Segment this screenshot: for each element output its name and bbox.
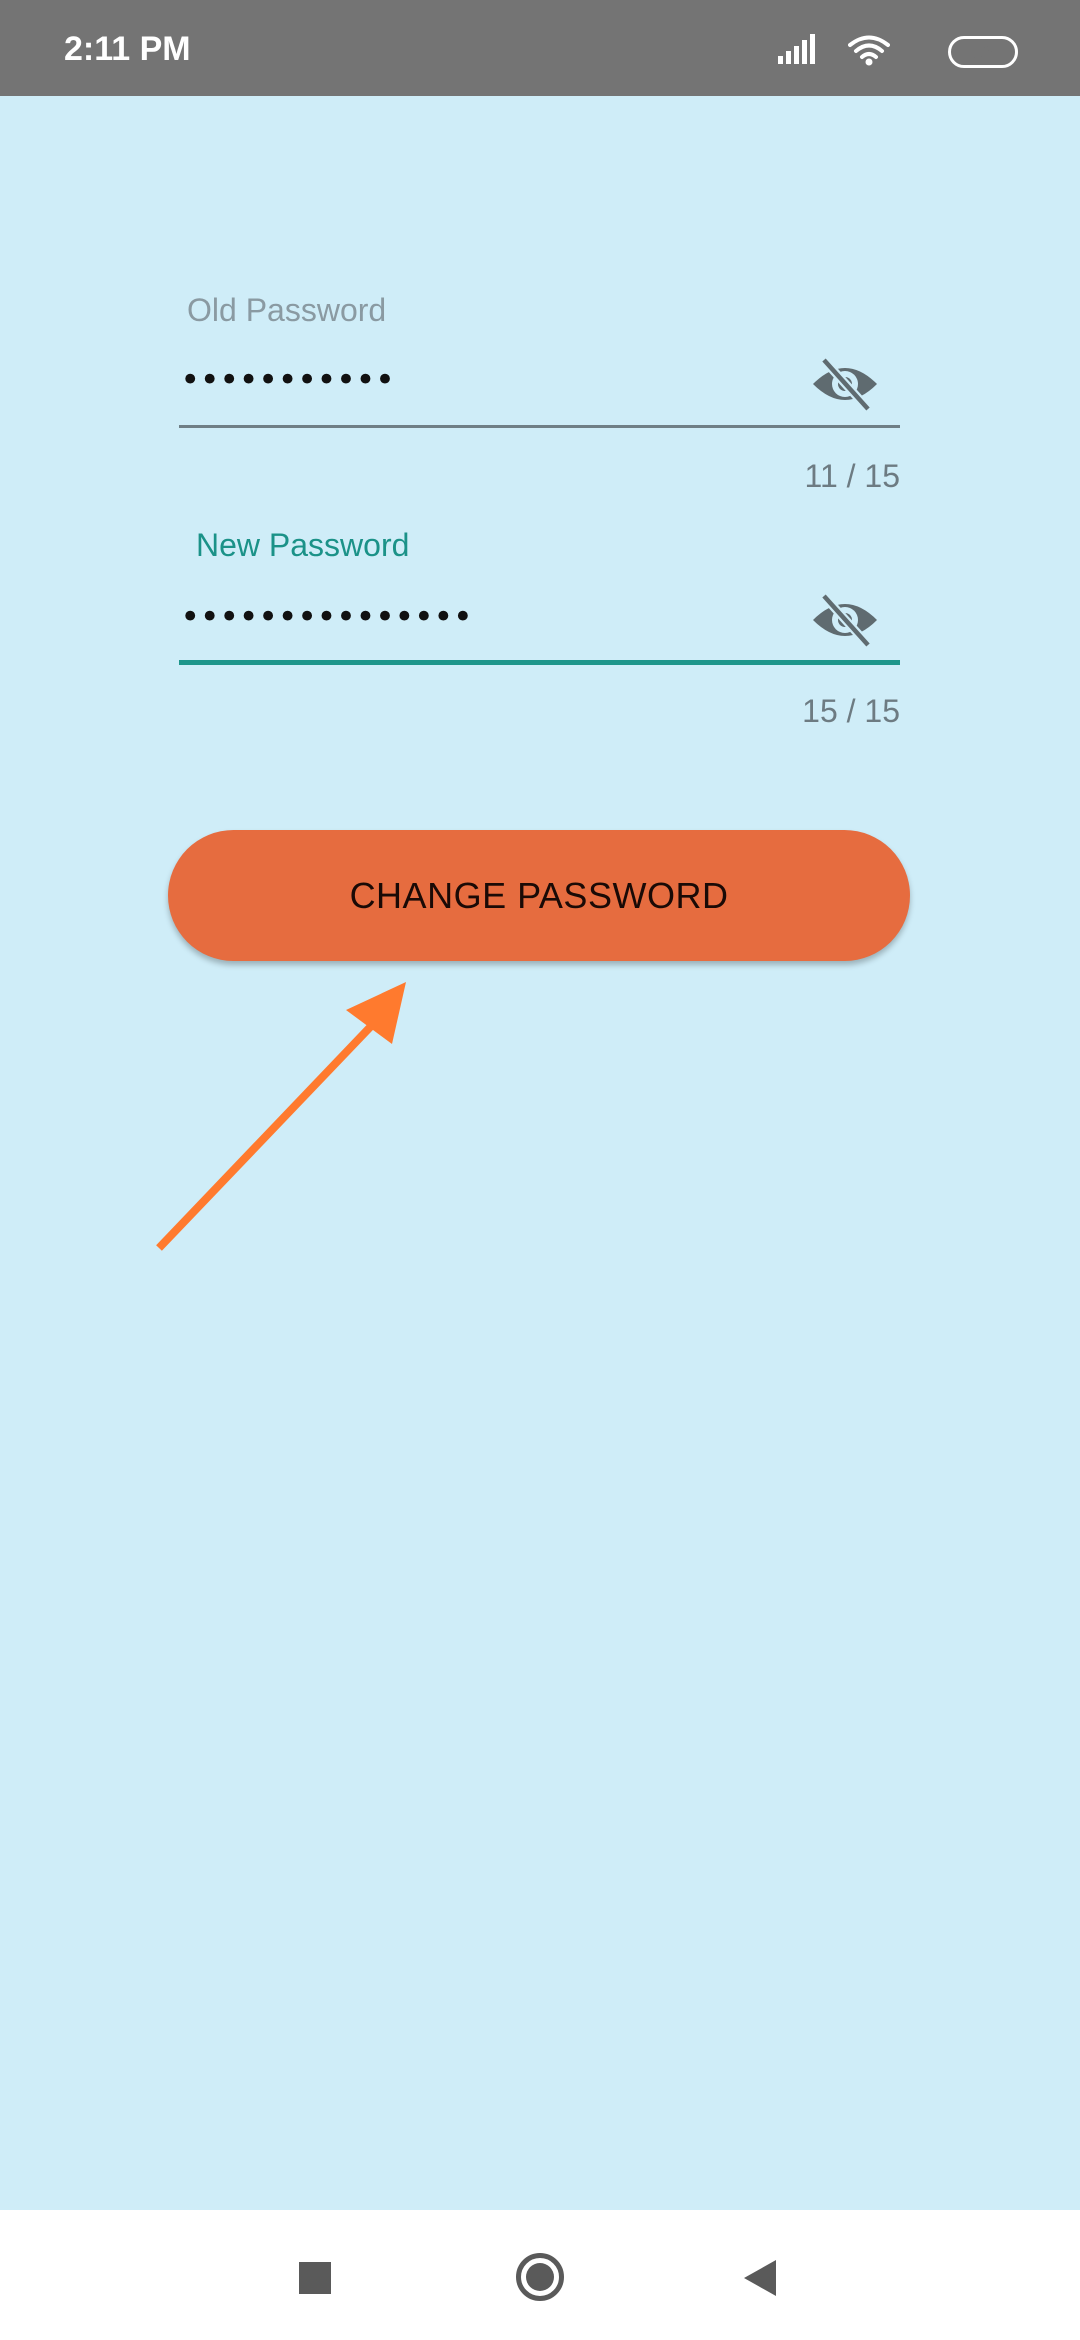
home-icon[interactable] xyxy=(516,2253,564,2301)
home-icon-dot xyxy=(526,2263,554,2291)
annotation-arrow-icon xyxy=(156,982,406,1251)
recents-icon[interactable] xyxy=(299,2262,331,2294)
navigation-bar xyxy=(0,2210,1080,2340)
back-icon[interactable] xyxy=(742,2258,778,2298)
